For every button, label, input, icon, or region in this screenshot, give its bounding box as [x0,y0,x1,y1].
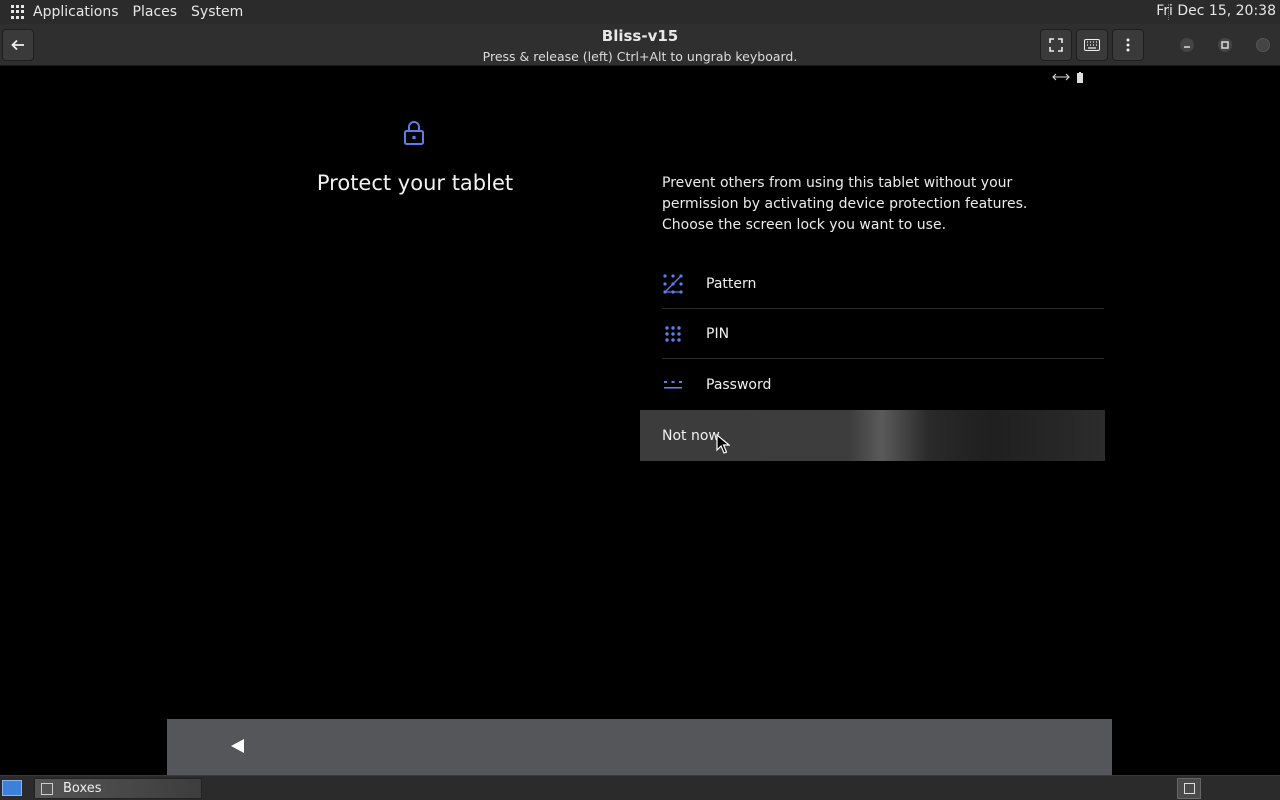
menu-system[interactable]: System [191,4,243,20]
option-pattern[interactable]: Pattern [662,259,1104,309]
show-desktop-icon[interactable] [2,780,22,796]
minimize-button[interactable] [1179,37,1195,53]
boxes-app-icon [41,782,53,795]
clock[interactable]: Fri Dec 15, 20:38 [1156,3,1276,19]
pattern-icon [662,273,684,295]
workspace-switcher-icon[interactable] [1177,778,1201,799]
maximize-button[interactable] [1217,37,1233,53]
not-now-label: Not now [662,427,720,444]
option-password[interactable]: Password [662,360,1104,410]
guest-status-indicator [1052,70,1083,83]
option-label: PIN [706,325,730,342]
minimize-icon [1180,38,1194,52]
menu-places[interactable]: Places [133,4,178,20]
boxes-header-bar: Bliss-v15 Press & release (left) Ctrl+Al… [0,24,1280,66]
more-vert-icon [1126,38,1130,52]
nav-back-icon[interactable] [231,739,244,753]
resize-arrows-icon [1052,73,1070,81]
fullscreen-button[interactable] [1040,29,1072,61]
password-icon [662,374,684,396]
option-label: Pattern [706,275,757,292]
battery-icon [1076,71,1083,83]
keyboard-icon [1084,39,1100,51]
lock-icon [404,121,424,145]
option-label: Password [706,377,772,393]
more-options-button[interactable] [1112,29,1144,61]
maximize-icon [1218,38,1232,52]
android-nav-bar [167,719,1112,775]
close-button[interactable] [1255,37,1271,53]
mouse-cursor-icon [716,434,730,454]
taskbar-window-boxes[interactable]: Boxes [34,778,202,799]
bottom-taskbar: Boxes [0,775,1280,800]
page-title: Protect your tablet [316,171,514,195]
page-description: Prevent others from using this tablet wi… [662,175,1028,233]
top-panel: Applications Places System Fri Dec 15, 2… [0,0,1280,24]
not-now-button[interactable]: Not now [640,410,1105,461]
close-icon [1256,38,1270,52]
apps-grid-icon[interactable] [11,5,25,19]
fullscreen-icon [1049,38,1063,52]
option-pin[interactable]: PIN [662,309,1104,359]
taskbar-window-label: Boxes [63,781,102,796]
pin-icon [662,323,684,345]
keyboard-button[interactable] [1076,29,1108,61]
menu-applications[interactable]: Applications [33,4,119,20]
